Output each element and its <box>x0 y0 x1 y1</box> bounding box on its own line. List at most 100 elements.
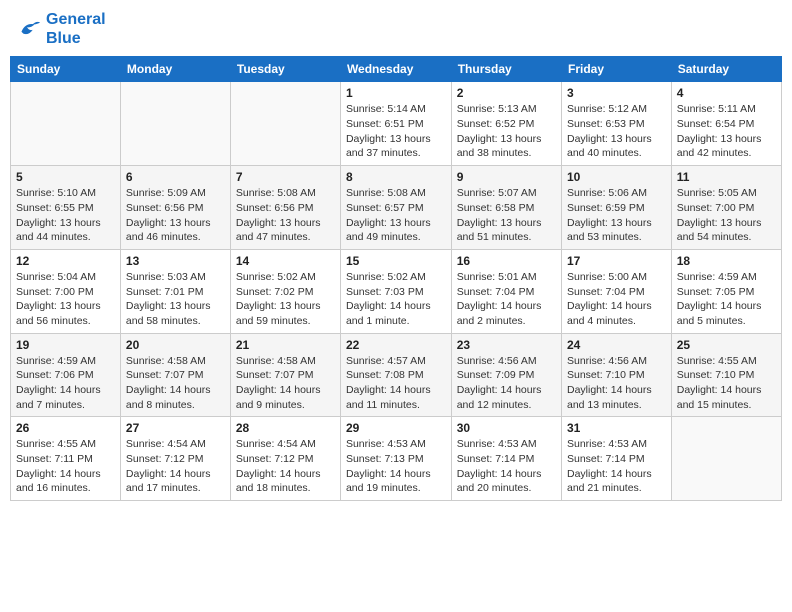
calendar-cell <box>230 82 340 166</box>
calendar-cell: 15 Sunrise: 5:02 AM Sunset: 7:03 PM Dayli… <box>340 249 451 333</box>
day-number: 20 <box>126 338 225 352</box>
day-info: Sunrise: 4:59 AM Sunset: 7:06 PM Dayligh… <box>16 354 115 413</box>
day-number: 10 <box>567 170 666 184</box>
day-info: Sunrise: 5:10 AM Sunset: 6:55 PM Dayligh… <box>16 186 115 245</box>
day-info: Sunrise: 5:12 AM Sunset: 6:53 PM Dayligh… <box>567 102 666 161</box>
day-info: Sunrise: 5:09 AM Sunset: 6:56 PM Dayligh… <box>126 186 225 245</box>
day-number: 25 <box>677 338 776 352</box>
calendar-table: SundayMondayTuesdayWednesdayThursdayFrid… <box>10 56 782 501</box>
calendar-cell: 6 Sunrise: 5:09 AM Sunset: 6:56 PM Daylig… <box>120 166 230 250</box>
calendar-cell: 10 Sunrise: 5:06 AM Sunset: 6:59 PM Dayli… <box>562 166 672 250</box>
column-header-monday: Monday <box>120 57 230 82</box>
day-number: 13 <box>126 254 225 268</box>
logo-icon <box>14 15 42 43</box>
day-info: Sunrise: 4:56 AM Sunset: 7:10 PM Dayligh… <box>567 354 666 413</box>
column-header-wednesday: Wednesday <box>340 57 451 82</box>
day-number: 17 <box>567 254 666 268</box>
day-info: Sunrise: 5:00 AM Sunset: 7:04 PM Dayligh… <box>567 270 666 329</box>
calendar-cell: 25 Sunrise: 4:55 AM Sunset: 7:10 PM Dayli… <box>671 333 781 417</box>
calendar-cell: 27Sunrise: 4:54 AM Sunset: 7:12 PM Dayli… <box>120 417 230 501</box>
calendar-week-1: 1Sunrise: 5:14 AM Sunset: 6:51 PM Daylig… <box>11 82 782 166</box>
day-info: Sunrise: 4:56 AM Sunset: 7:09 PM Dayligh… <box>457 354 556 413</box>
day-number: 29 <box>346 421 446 435</box>
day-info: Sunrise: 5:08 AM Sunset: 6:57 PM Dayligh… <box>346 186 446 245</box>
calendar-cell: 20 Sunrise: 4:58 AM Sunset: 7:07 PM Dayli… <box>120 333 230 417</box>
day-number: 15 <box>346 254 446 268</box>
column-header-tuesday: Tuesday <box>230 57 340 82</box>
day-info: Sunrise: 5:03 AM Sunset: 7:01 PM Dayligh… <box>126 270 225 329</box>
day-number: 21 <box>236 338 335 352</box>
day-number: 28 <box>236 421 335 435</box>
day-number: 24 <box>567 338 666 352</box>
day-info: Sunrise: 5:02 AM Sunset: 7:02 PM Dayligh… <box>236 270 335 329</box>
day-info: Sunrise: 5:08 AM Sunset: 6:56 PM Dayligh… <box>236 186 335 245</box>
day-number: 1 <box>346 86 446 100</box>
day-info: Sunrise: 4:54 AM Sunset: 7:12 PM Dayligh… <box>236 437 335 496</box>
calendar-cell: 16 Sunrise: 5:01 AM Sunset: 7:04 PM Dayli… <box>451 249 561 333</box>
day-info: Sunrise: 5:04 AM Sunset: 7:00 PM Dayligh… <box>16 270 115 329</box>
column-header-thursday: Thursday <box>451 57 561 82</box>
day-info: Sunrise: 4:55 AM Sunset: 7:11 PM Dayligh… <box>16 437 115 496</box>
calendar-cell: 5 Sunrise: 5:10 AM Sunset: 6:55 PM Daylig… <box>11 166 121 250</box>
day-number: 8 <box>346 170 446 184</box>
calendar-cell: 30 Sunrise: 4:53 AM Sunset: 7:14 PM Dayli… <box>451 417 561 501</box>
day-info: Sunrise: 5:13 AM Sunset: 6:52 PM Dayligh… <box>457 102 556 161</box>
calendar-cell: 17 Sunrise: 5:00 AM Sunset: 7:04 PM Dayli… <box>562 249 672 333</box>
calendar-cell: 14 Sunrise: 5:02 AM Sunset: 7:02 PM Dayli… <box>230 249 340 333</box>
day-number: 16 <box>457 254 556 268</box>
calendar-cell: 19 Sunrise: 4:59 AM Sunset: 7:06 PM Dayli… <box>11 333 121 417</box>
calendar-cell: 24 Sunrise: 4:56 AM Sunset: 7:10 PM Dayli… <box>562 333 672 417</box>
calendar-cell: 1Sunrise: 5:14 AM Sunset: 6:51 PM Daylig… <box>340 82 451 166</box>
day-number: 30 <box>457 421 556 435</box>
calendar-cell: 22Sunrise: 4:57 AM Sunset: 7:08 PM Dayli… <box>340 333 451 417</box>
day-info: Sunrise: 4:54 AM Sunset: 7:12 PM Dayligh… <box>126 437 225 496</box>
column-header-friday: Friday <box>562 57 672 82</box>
day-number: 18 <box>677 254 776 268</box>
calendar-cell <box>11 82 121 166</box>
calendar-cell: 23 Sunrise: 4:56 AM Sunset: 7:09 PM Dayli… <box>451 333 561 417</box>
day-number: 3 <box>567 86 666 100</box>
calendar-header-row: SundayMondayTuesdayWednesdayThursdayFrid… <box>11 57 782 82</box>
calendar-cell: 28 Sunrise: 4:54 AM Sunset: 7:12 PM Dayli… <box>230 417 340 501</box>
day-number: 26 <box>16 421 115 435</box>
day-info: Sunrise: 4:58 AM Sunset: 7:07 PM Dayligh… <box>126 354 225 413</box>
day-number: 14 <box>236 254 335 268</box>
logo-text: General Blue <box>46 10 106 48</box>
day-number: 4 <box>677 86 776 100</box>
column-header-sunday: Sunday <box>11 57 121 82</box>
calendar-cell: 13 Sunrise: 5:03 AM Sunset: 7:01 PM Dayli… <box>120 249 230 333</box>
calendar-cell: 9 Sunrise: 5:07 AM Sunset: 6:58 PM Daylig… <box>451 166 561 250</box>
day-info: Sunrise: 4:53 AM Sunset: 7:14 PM Dayligh… <box>457 437 556 496</box>
column-header-saturday: Saturday <box>671 57 781 82</box>
day-info: Sunrise: 5:06 AM Sunset: 6:59 PM Dayligh… <box>567 186 666 245</box>
calendar-cell <box>120 82 230 166</box>
day-number: 23 <box>457 338 556 352</box>
calendar-week-5: 26 Sunrise: 4:55 AM Sunset: 7:11 PM Dayli… <box>11 417 782 501</box>
day-info: Sunrise: 4:59 AM Sunset: 7:05 PM Dayligh… <box>677 270 776 329</box>
day-info: Sunrise: 5:02 AM Sunset: 7:03 PM Dayligh… <box>346 270 446 329</box>
calendar-cell: 8 Sunrise: 5:08 AM Sunset: 6:57 PM Daylig… <box>340 166 451 250</box>
day-info: Sunrise: 5:01 AM Sunset: 7:04 PM Dayligh… <box>457 270 556 329</box>
day-number: 7 <box>236 170 335 184</box>
calendar-week-2: 5 Sunrise: 5:10 AM Sunset: 6:55 PM Daylig… <box>11 166 782 250</box>
day-number: 6 <box>126 170 225 184</box>
day-info: Sunrise: 4:53 AM Sunset: 7:13 PM Dayligh… <box>346 437 446 496</box>
day-number: 9 <box>457 170 556 184</box>
day-number: 2 <box>457 86 556 100</box>
calendar-cell: 18 Sunrise: 4:59 AM Sunset: 7:05 PM Dayli… <box>671 249 781 333</box>
calendar-week-4: 19 Sunrise: 4:59 AM Sunset: 7:06 PM Dayli… <box>11 333 782 417</box>
logo: General Blue <box>14 10 106 48</box>
day-number: 19 <box>16 338 115 352</box>
calendar-cell: 2 Sunrise: 5:13 AM Sunset: 6:52 PM Daylig… <box>451 82 561 166</box>
day-number: 31 <box>567 421 666 435</box>
calendar-week-3: 12Sunrise: 5:04 AM Sunset: 7:00 PM Dayli… <box>11 249 782 333</box>
day-info: Sunrise: 5:07 AM Sunset: 6:58 PM Dayligh… <box>457 186 556 245</box>
calendar-cell: 11Sunrise: 5:05 AM Sunset: 7:00 PM Dayli… <box>671 166 781 250</box>
day-info: Sunrise: 5:05 AM Sunset: 7:00 PM Dayligh… <box>677 186 776 245</box>
day-info: Sunrise: 4:53 AM Sunset: 7:14 PM Dayligh… <box>567 437 666 496</box>
day-number: 22 <box>346 338 446 352</box>
calendar-cell: 3 Sunrise: 5:12 AM Sunset: 6:53 PM Daylig… <box>562 82 672 166</box>
calendar-cell: 21Sunrise: 4:58 AM Sunset: 7:07 PM Dayli… <box>230 333 340 417</box>
day-info: Sunrise: 4:55 AM Sunset: 7:10 PM Dayligh… <box>677 354 776 413</box>
day-number: 5 <box>16 170 115 184</box>
